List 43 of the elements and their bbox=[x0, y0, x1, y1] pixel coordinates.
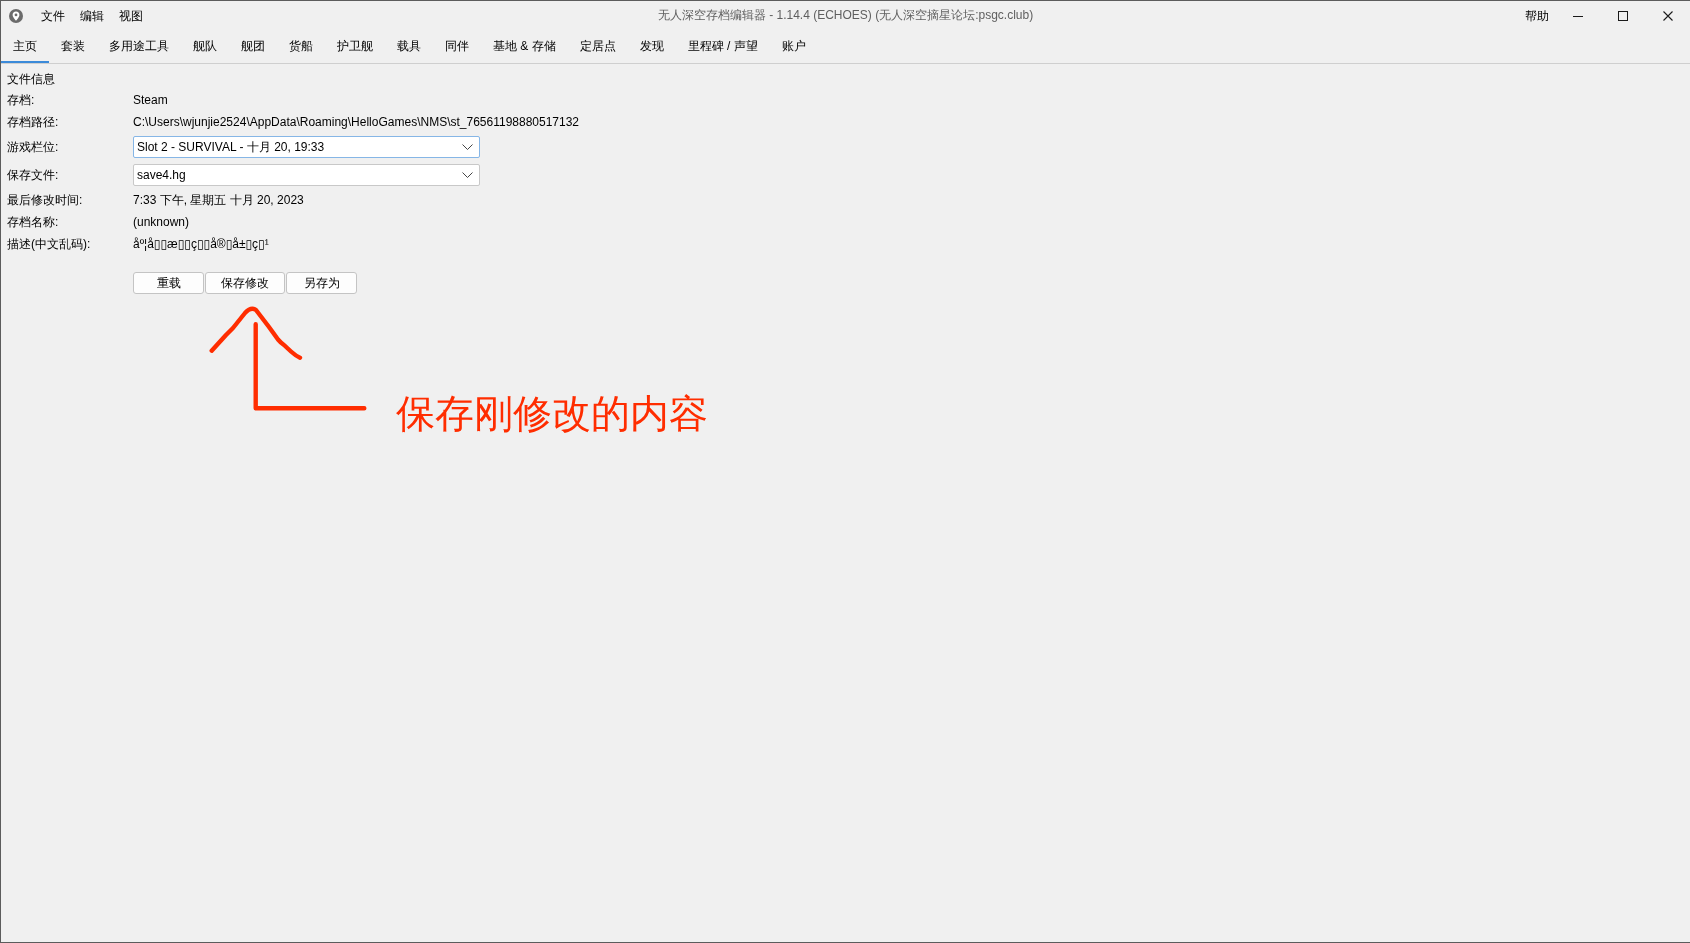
tab[interactable]: 护卫舰 bbox=[325, 30, 385, 63]
tab[interactable]: 货船 bbox=[277, 30, 325, 63]
menu-item[interactable]: 帮助 bbox=[1519, 4, 1555, 27]
annotation-text: 保存刚修改的内容 bbox=[396, 394, 708, 433]
field-value: Steam bbox=[133, 92, 169, 109]
window-title: 无人深空存档编辑器 - 1.14.4 (ECHOES) (无人深空摘星论坛:psgc.club) bbox=[657, 7, 1034, 24]
field-value: (unknown) bbox=[133, 214, 191, 231]
field-value: 7:33 下午, 星期五 十月 20, 2023 bbox=[133, 192, 305, 209]
tab[interactable]: 舰团 bbox=[229, 30, 277, 63]
tab[interactable]: 基地 & 存储 bbox=[481, 30, 568, 63]
menu-item[interactable]: 视图 bbox=[111, 4, 150, 27]
menu-item[interactable]: 文件 bbox=[33, 4, 72, 27]
field-label: 描述(中文乱码): bbox=[7, 236, 92, 253]
tab[interactable]: 多用途工具 bbox=[97, 30, 181, 63]
tab[interactable]: 同伴 bbox=[433, 30, 481, 63]
tab[interactable]: 主页 bbox=[1, 30, 49, 63]
field-label: 游戏栏位: bbox=[7, 138, 60, 156]
save-changes-button[interactable]: 保存修改 bbox=[205, 272, 285, 294]
tab[interactable]: 定居点 bbox=[567, 30, 628, 63]
menu-item[interactable]: 编辑 bbox=[72, 4, 111, 27]
pin-icon bbox=[9, 8, 23, 23]
dropdown[interactable]: Slot 2 - SURVIVAL - 十月 20, 19:33 bbox=[133, 136, 480, 158]
tab[interactable]: 舰队 bbox=[181, 30, 229, 63]
section-heading: 文件信息 bbox=[7, 71, 56, 88]
chevron-down-icon bbox=[462, 144, 473, 150]
field-label: 存档名称: bbox=[7, 214, 60, 231]
dropdown[interactable]: save4.hg bbox=[133, 164, 480, 186]
field-label: 存档: bbox=[7, 92, 36, 109]
field-value: åº¦å▯▯æ▯▯ç▯▯å®▯å±▯ç▯¹ bbox=[133, 236, 270, 253]
chevron-down-icon bbox=[462, 172, 473, 178]
tab[interactable]: 发现 bbox=[627, 30, 676, 63]
maximize-icon bbox=[1617, 10, 1628, 21]
field-label: 最后修改时间: bbox=[7, 192, 84, 209]
tab[interactable]: 账户 bbox=[769, 30, 818, 63]
save-as-button[interactable]: 另存为 bbox=[286, 272, 357, 294]
field-value: C:\Users\wjunjie2524\AppData\Roaming\HelloGames\NMS\st_76561198880517132 bbox=[133, 114, 581, 131]
reload-button[interactable]: 重载 bbox=[133, 272, 204, 294]
field-label: 保存文件: bbox=[7, 166, 60, 184]
tab[interactable]: 里程碑 / 声望 bbox=[675, 30, 770, 63]
tab[interactable]: 套装 bbox=[49, 30, 97, 63]
tab[interactable]: 载具 bbox=[385, 30, 433, 63]
close-icon bbox=[1662, 10, 1673, 21]
field-label: 存档路径: bbox=[7, 114, 60, 131]
